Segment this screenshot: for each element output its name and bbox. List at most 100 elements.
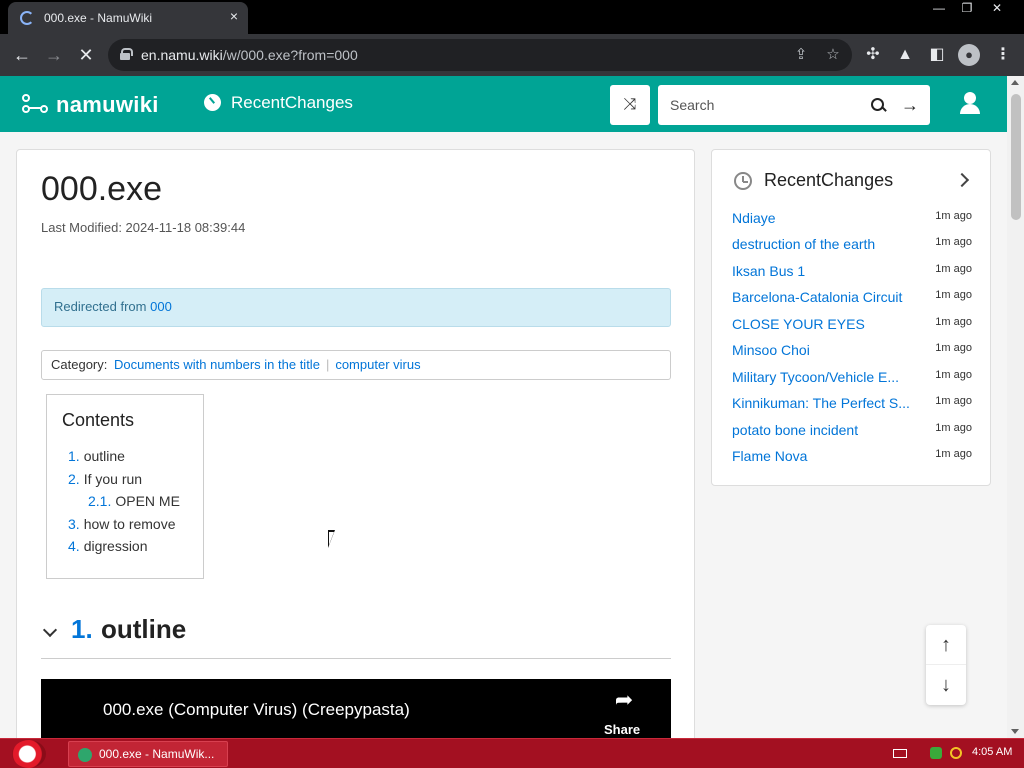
browser-tab-bar: 000.exe - NamuWiki × — ❐ ✕ — [0, 0, 1024, 34]
side-panel-icon[interactable]: ◧ — [926, 44, 948, 66]
section-number-link[interactable]: 1. — [71, 614, 93, 645]
toc-number-link[interactable]: 3. — [68, 516, 80, 532]
toc-label: digression — [83, 538, 148, 554]
browser-app-icon — [78, 748, 92, 762]
site-header: namuwiki RecentChanges ⤨ → — [0, 76, 1007, 132]
recent-change-link[interactable]: destruction of the earth — [732, 236, 916, 252]
star-icon[interactable]: ☆ — [823, 45, 843, 65]
toc-item[interactable]: 3. how to remove — [68, 516, 176, 532]
recent-change-link[interactable]: Barcelona-Catalonia Circuit — [732, 289, 916, 305]
back-button[interactable]: ← — [8, 34, 36, 76]
toc-item[interactable]: 2. If you run — [68, 471, 142, 487]
recent-changes-panel: RecentChanges Ndiaye 1m ago destruction o… — [711, 149, 991, 486]
recent-change-time: 1m ago — [935, 289, 972, 301]
share-arrow-icon[interactable]: ➦ — [611, 689, 637, 711]
browser-toolbar: ← → ✕ en.namu.wiki/w/000.exe?from=000 ⇪ … — [0, 34, 1024, 76]
last-modified: Last Modified: 2024-11-18 08:39:44 — [41, 220, 246, 235]
redirect-notice: Redirected from 000 — [41, 288, 671, 327]
url-text[interactable]: en.namu.wiki/w/000.exe?from=000 — [141, 47, 358, 63]
menu-icon[interactable]: ⋮ — [992, 44, 1014, 66]
page-title: 000.exe — [41, 170, 162, 208]
extensions-icon[interactable]: ✣ — [862, 44, 884, 66]
embedded-video[interactable]: 000.exe (Computer Virus) (Creepypasta) ➦… — [41, 679, 671, 738]
video-share-label[interactable]: Share — [604, 722, 640, 737]
logo-icon — [22, 94, 52, 114]
browser-tab[interactable]: 000.exe - NamuWiki × — [8, 2, 248, 34]
url-host: en.namu.wiki — [141, 47, 223, 63]
scroll-bottom-button[interactable]: ↓ — [926, 665, 966, 705]
keyboard-icon[interactable] — [893, 749, 907, 758]
recent-change-link[interactable]: CLOSE YOUR EYES — [732, 316, 916, 332]
forward-button[interactable]: → — [40, 34, 68, 76]
start-button[interactable] — [12, 740, 46, 768]
go-arrow-icon[interactable]: → — [898, 93, 922, 117]
recent-change-time: 1m ago — [935, 422, 972, 434]
recent-change-link[interactable]: Military Tycoon/Vehicle E... — [732, 369, 916, 385]
window-close-button[interactable]: ✕ — [982, 0, 1012, 18]
loading-favicon-icon — [20, 11, 34, 25]
scrollbar-thumb[interactable] — [1011, 94, 1021, 220]
category-link[interactable]: computer virus — [335, 357, 420, 372]
mouse-cursor-icon — [328, 530, 335, 548]
list-item: Barcelona-Catalonia Circuit 1m ago — [732, 289, 972, 311]
search-tray-icon[interactable] — [950, 747, 962, 759]
toc-number-link[interactable]: 4. — [68, 538, 80, 554]
chevron-right-icon[interactable] — [954, 172, 970, 188]
recent-change-link[interactable]: Minsoo Choi — [732, 342, 916, 358]
redirect-source-link[interactable]: 000 — [150, 299, 172, 314]
scroll-up-arrow-icon[interactable] — [1011, 80, 1019, 85]
user-icon[interactable] — [956, 92, 984, 118]
toc-label: outline — [83, 448, 125, 464]
recent-change-link[interactable]: potato bone incident — [732, 422, 916, 438]
taskbar-item-browser[interactable]: 000.exe - NamuWik... — [68, 741, 228, 767]
taskbar-clock[interactable]: 4:05 AM — [972, 746, 1012, 758]
video-title[interactable]: 000.exe (Computer Virus) (Creepypasta) — [103, 700, 410, 720]
scroll-down-arrow-icon[interactable] — [1011, 729, 1019, 734]
recent-change-link[interactable]: Kinnikuman: The Perfect S... — [732, 395, 916, 411]
category-box: Category: Documents with numbers in the … — [41, 350, 671, 380]
clock-icon — [734, 172, 752, 190]
recent-change-link[interactable]: Ndiaye — [732, 210, 916, 226]
toc-item[interactable]: 2.1. OPEN ME — [88, 493, 180, 509]
toc-number-link[interactable]: 2.1. — [88, 493, 111, 509]
list-item: Ndiaye 1m ago — [732, 210, 972, 232]
recent-change-link[interactable]: Flame Nova — [732, 448, 916, 464]
list-item: Military Tycoon/Vehicle E... 1m ago — [732, 369, 972, 391]
chevron-down-icon[interactable] — [42, 622, 58, 638]
toc-item[interactable]: 1. outline — [68, 448, 125, 464]
network-icon[interactable] — [930, 747, 942, 759]
profile-icon[interactable]: ● — [958, 44, 980, 66]
search-input[interactable] — [658, 85, 858, 125]
scroll-top-button[interactable]: ↑ — [926, 625, 966, 665]
recent-change-time: 1m ago — [935, 210, 972, 222]
recent-changes-title[interactable]: RecentChanges — [764, 170, 893, 191]
recent-change-time: 1m ago — [935, 369, 972, 381]
stop-loading-button[interactable]: ✕ — [72, 34, 100, 76]
toc-number-link[interactable]: 1. — [68, 448, 80, 464]
toc-item[interactable]: 4. digression — [68, 538, 148, 554]
address-bar[interactable]: en.namu.wiki/w/000.exe?from=000 ⇪ ☆ — [108, 39, 852, 71]
scroll-nav: ↑ ↓ — [926, 625, 966, 705]
recent-change-link[interactable]: Iksan Bus 1 — [732, 263, 916, 279]
toc-number-link[interactable]: 2. — [68, 471, 80, 487]
window-maximize-button[interactable]: ❐ — [952, 0, 982, 18]
section-title: outline — [101, 614, 187, 644]
search-icon[interactable] — [868, 95, 888, 115]
random-page-button[interactable]: ⤨ — [610, 85, 650, 125]
category-link[interactable]: Documents with numbers in the title — [114, 357, 320, 372]
recent-change-time: 1m ago — [935, 236, 972, 248]
section-heading[interactable]: 1. outline — [41, 612, 671, 659]
page-scrollbar[interactable] — [1007, 76, 1024, 738]
window-minimize-button[interactable]: — — [924, 0, 954, 18]
toc-label: how to remove — [83, 516, 176, 532]
recent-change-time: 1m ago — [935, 263, 972, 275]
nav-recent-changes[interactable]: RecentChanges — [204, 93, 353, 113]
lab-icon[interactable]: ▲ — [894, 44, 916, 66]
share-icon[interactable]: ⇪ — [791, 45, 811, 65]
tab-close-icon[interactable]: × — [230, 8, 238, 24]
toc-title: Contents — [62, 410, 135, 430]
site-logo[interactable]: namuwiki — [22, 92, 159, 118]
lock-icon[interactable] — [120, 48, 133, 60]
logo-text: namuwiki — [56, 92, 159, 117]
list-item: Flame Nova 1m ago — [732, 448, 972, 470]
